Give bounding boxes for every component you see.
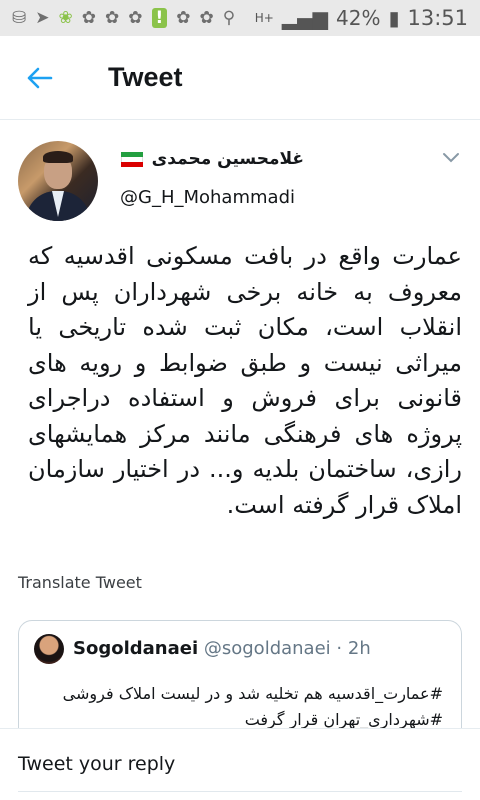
- twitter-bird-icon: ✿: [105, 8, 120, 28]
- quoted-handle: @sogoldanaei: [203, 638, 331, 659]
- chevron-down-icon: [443, 153, 459, 163]
- tweet-text: عمارت واقع در بافت مسکونی اقدسیه که معرو…: [28, 242, 462, 519]
- location-icon: ⚲: [222, 8, 236, 28]
- reply-input[interactable]: Tweet your reply: [18, 753, 175, 775]
- quoted-text-line: #عمارت_اقدسیه هم تخلیه شد و در لیست املا…: [62, 684, 443, 703]
- author-display-name[interactable]: غلامحسین محمدی: [152, 149, 304, 169]
- clock: 13:51: [407, 6, 468, 30]
- quoted-header: Sogoldanaei @sogoldanaei · 2h: [73, 638, 371, 659]
- quoted-text: #عمارت_اقدسیه هم تخلیه شد و در لیست املا…: [33, 681, 443, 733]
- author-handle[interactable]: @G_H_Mohammadi: [120, 187, 295, 208]
- reply-bar: Tweet your reply: [0, 728, 480, 800]
- signal-icon: ▂▄▆: [281, 6, 328, 30]
- twitter-bird-icon: ✿: [128, 8, 143, 28]
- send-icon: ➤: [35, 8, 50, 28]
- twitter-bird-icon: ✿: [81, 8, 96, 28]
- alert-icon: !: [151, 8, 168, 28]
- quoted-time: 2h: [347, 638, 371, 659]
- twitter-bird-icon: ✿: [176, 8, 191, 28]
- page-title: Tweet: [108, 62, 183, 92]
- battery-icon: ▮: [388, 6, 400, 30]
- translate-tweet-link[interactable]: Translate Tweet: [18, 573, 142, 592]
- battery-percent: 42%: [336, 6, 381, 30]
- quoted-name: Sogoldanaei: [73, 638, 199, 659]
- notification-icons: ⛁ ➤ ❀ ✿ ✿ ✿ ! ✿ ✿ ⚲: [12, 8, 235, 28]
- app-bar: Tweet: [0, 36, 480, 120]
- tweet-menu-button[interactable]: [442, 149, 460, 168]
- chat-icon: ⛁: [12, 8, 27, 28]
- twitter-bird-icon: ✿: [199, 8, 214, 28]
- status-bar: ⛁ ➤ ❀ ✿ ✿ ✿ ! ✿ ✿ ⚲ H+ ▂▄▆ 42% ▮ 13:51: [0, 0, 480, 36]
- avatar[interactable]: [18, 141, 98, 221]
- iran-flag-icon: [121, 152, 143, 167]
- arrow-left-icon: [27, 67, 53, 88]
- leaf-icon: ❀: [58, 8, 73, 28]
- quoted-avatar: [34, 634, 64, 664]
- reply-underline: [18, 791, 462, 792]
- quoted-separator: ·: [336, 638, 343, 659]
- back-button[interactable]: [0, 36, 80, 120]
- network-type: H+: [254, 11, 274, 25]
